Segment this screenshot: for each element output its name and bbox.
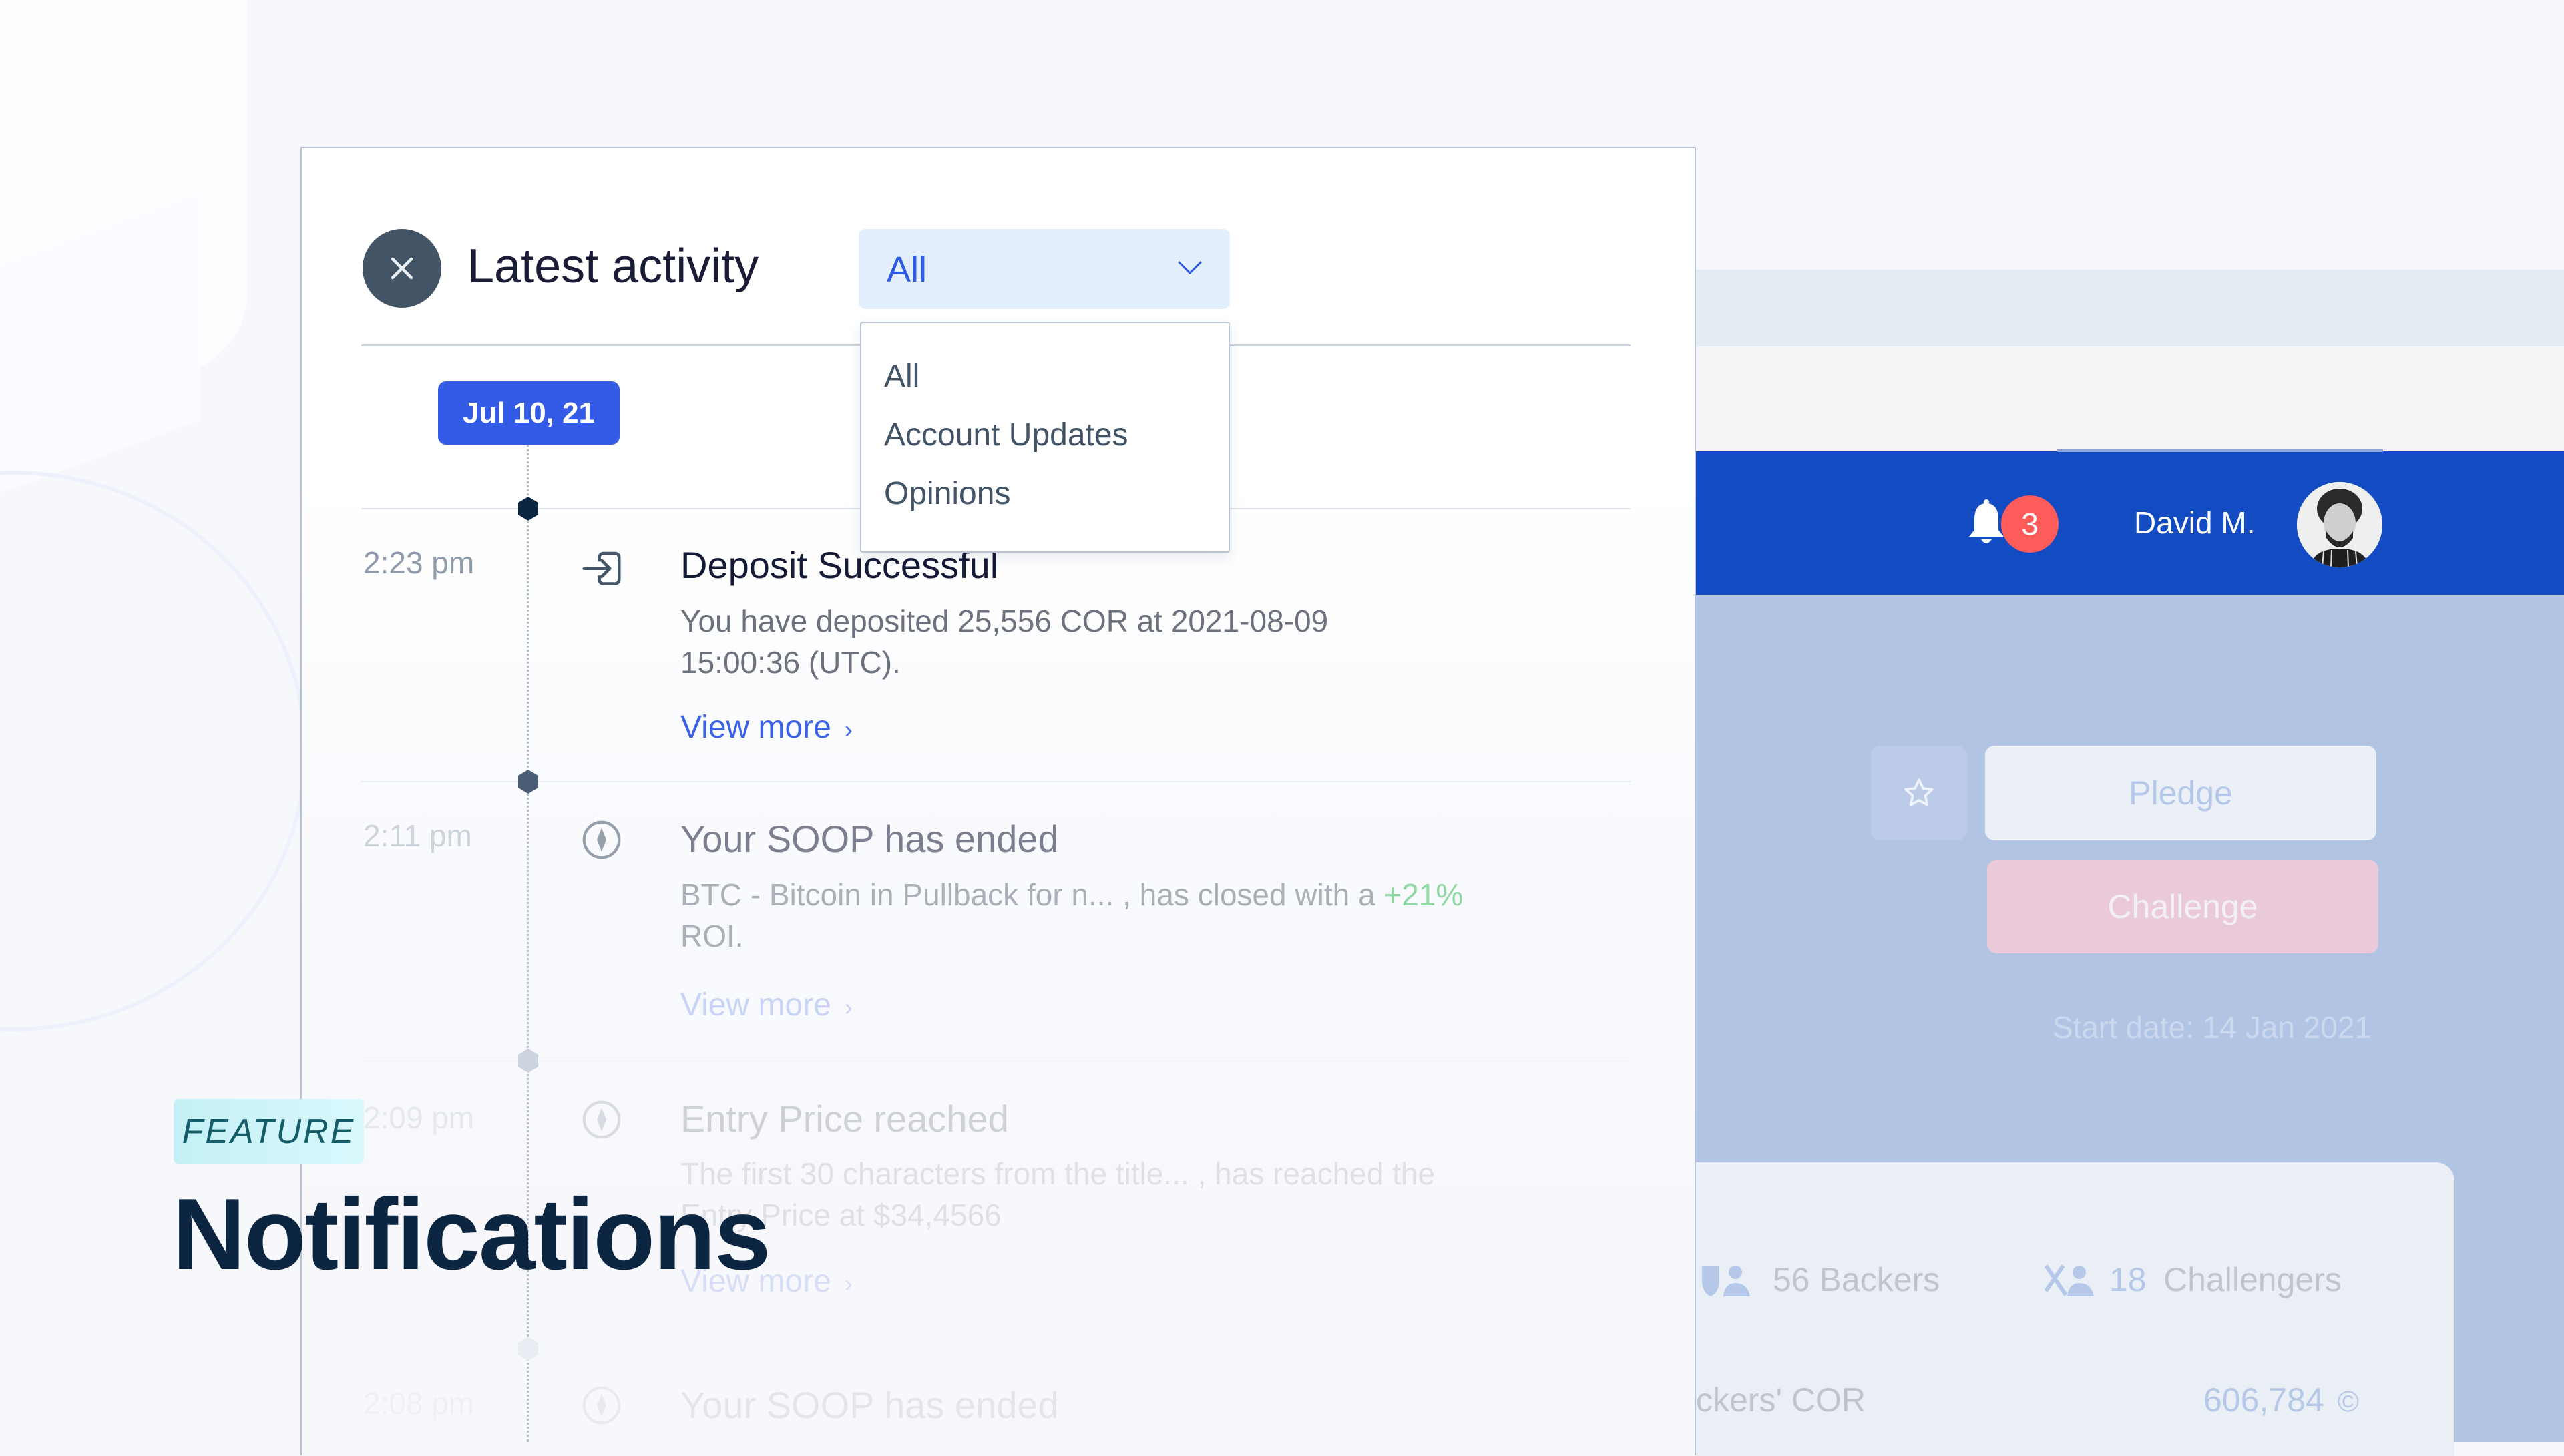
bell-icon[interactable] bbox=[1966, 499, 2006, 547]
chevron-right-icon: › bbox=[844, 716, 853, 743]
filter-dropdown-menu: All Account Updates Opinions bbox=[860, 322, 1230, 553]
view-more-link[interactable]: View more › bbox=[680, 709, 853, 746]
date-label: Jul 10, 21 bbox=[438, 381, 620, 445]
item-time: 2:09 pm bbox=[363, 1100, 475, 1135]
row-divider bbox=[361, 1060, 1631, 1061]
backers-cor-label: ckers' COR bbox=[1696, 1381, 1866, 1419]
backers-icon bbox=[1701, 1262, 1754, 1302]
chevron-down-icon bbox=[1177, 260, 1203, 275]
filter-option-account-updates[interactable]: Account Updates bbox=[884, 417, 1128, 453]
item-title: Your SOOP has ended bbox=[680, 1384, 1059, 1426]
backers-label: Backers bbox=[1819, 1261, 1940, 1298]
challengers-label: Challengers bbox=[2163, 1261, 2342, 1298]
app-header bbox=[1696, 451, 2564, 595]
start-date: Start date: 14 Jan 2021 bbox=[2052, 1010, 2372, 1045]
user-name[interactable]: David M. bbox=[2134, 505, 2255, 541]
backers-cor-value: 606,784 © bbox=[2203, 1381, 2360, 1419]
star-icon bbox=[1904, 778, 1934, 806]
close-button[interactable] bbox=[363, 229, 441, 308]
panel-title: Latest activity bbox=[467, 240, 759, 293]
app-top-bar bbox=[1696, 270, 2564, 346]
coin-icon: © bbox=[2337, 1385, 2360, 1418]
compass-diamond-icon bbox=[582, 820, 621, 859]
item-title: Your SOOP has ended bbox=[680, 818, 1059, 860]
roi-value: +21% bbox=[1383, 877, 1464, 912]
challengers-count: 18 bbox=[2109, 1261, 2147, 1298]
backers-count: 56 bbox=[1773, 1261, 1810, 1298]
item-body: You have deposited 25,556 COR at 2021-08… bbox=[680, 603, 1329, 680]
chevron-right-icon: › bbox=[844, 1270, 853, 1297]
challengers-icon bbox=[2043, 1262, 2097, 1302]
favorite-button[interactable] bbox=[1871, 746, 1967, 840]
app-sub-bar bbox=[1696, 346, 2564, 451]
pledge-button[interactable]: Pledge bbox=[1985, 746, 2376, 840]
backers-stat: 56 Backers bbox=[1773, 1260, 1940, 1299]
avatar[interactable] bbox=[2297, 482, 2382, 567]
compass-diamond-icon bbox=[582, 1386, 621, 1425]
feature-heading: Notifications bbox=[172, 1178, 771, 1291]
item-body: BTC - Bitcoin in Pullback for n... , has… bbox=[680, 877, 1464, 953]
feature-badge: FEATURE bbox=[174, 1099, 364, 1164]
item-title: Entry Price reached bbox=[680, 1098, 1009, 1140]
item-body: The first 30 characters from the title..… bbox=[680, 1156, 1436, 1232]
view-more-link[interactable]: View more › bbox=[680, 987, 853, 1023]
activity-filter-select[interactable]: All bbox=[859, 229, 1230, 309]
challenge-button[interactable]: Challenge bbox=[1987, 860, 2378, 953]
close-icon bbox=[391, 257, 413, 280]
notification-count-badge[interactable]: 3 bbox=[2001, 495, 2059, 553]
compass-diamond-icon bbox=[582, 1100, 621, 1139]
filter-option-all[interactable]: All bbox=[884, 358, 919, 395]
filter-option-opinions[interactable]: Opinions bbox=[884, 475, 1010, 512]
row-divider bbox=[361, 781, 1631, 782]
filter-selected-value: All bbox=[887, 250, 927, 290]
tab-indicator bbox=[2057, 449, 2383, 452]
background-ring bbox=[0, 471, 307, 1031]
item-time: 2:08 pm bbox=[363, 1386, 475, 1421]
chevron-right-icon: › bbox=[844, 993, 853, 1021]
item-time: 2:23 pm bbox=[363, 545, 475, 580]
item-time: 2:11 pm bbox=[363, 818, 472, 853]
deposit-login-icon bbox=[582, 551, 621, 585]
